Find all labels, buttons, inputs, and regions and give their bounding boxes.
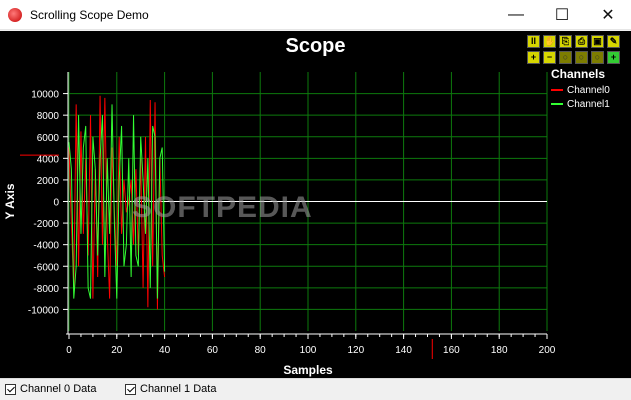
channel1-data-checkbox[interactable]: Channel 1 Data xyxy=(125,383,216,395)
minimize-button[interactable]: — xyxy=(493,0,539,30)
y-tick-label: -2000 xyxy=(33,219,59,230)
maximize-button[interactable]: ☐ xyxy=(539,0,585,30)
x-tick-label: 160 xyxy=(443,345,460,356)
y-tick-label: -4000 xyxy=(33,241,59,252)
x-axis-label: Samples xyxy=(283,363,333,377)
app-window: Scrolling Scope Demo — ☐ ✕ Scope II ✋ ⎘ … xyxy=(0,0,631,400)
x-tick-label: 20 xyxy=(111,345,123,356)
y-tick-label: -8000 xyxy=(33,284,59,295)
y-tick-label: 4000 xyxy=(37,154,60,165)
window-title: Scrolling Scope Demo xyxy=(30,8,149,22)
x-tick-label: 40 xyxy=(159,345,171,356)
x-tick-label: 100 xyxy=(300,345,317,356)
close-icon: ✕ xyxy=(601,7,615,24)
minimize-icon: — xyxy=(508,6,524,23)
channel0-data-checkbox[interactable]: Channel 0 Data xyxy=(5,383,96,395)
app-icon xyxy=(8,8,22,22)
x-tick-label: 140 xyxy=(395,345,412,356)
x-tick-label: 0 xyxy=(66,345,72,356)
x-tick-label: 80 xyxy=(255,345,267,356)
title-bar: Scrolling Scope Demo — ☐ ✕ xyxy=(0,0,631,30)
y-tick-label: 0 xyxy=(53,198,59,209)
y-tick-label: 10000 xyxy=(31,90,59,101)
close-button[interactable]: ✕ xyxy=(585,0,631,30)
x-tick-label: 200 xyxy=(539,345,556,356)
maximize-icon: ☐ xyxy=(554,7,570,24)
y-axis-label: Y Axis xyxy=(3,183,17,219)
y-tick-label: 6000 xyxy=(37,133,60,144)
y-tick-label: 8000 xyxy=(37,111,60,122)
x-tick-label: 120 xyxy=(347,345,364,356)
y-tick-label: 2000 xyxy=(37,176,60,187)
channel1-checkbox-box[interactable] xyxy=(125,383,136,395)
scope-panel[interactable]: Scope II ✋ ⎘ ⎙ ▣ ✎ + − ○ ○ ○ + Channels … xyxy=(0,31,631,378)
status-bar: Channel 0 Data Channel 1 Data xyxy=(0,378,631,400)
x-tick-label: 180 xyxy=(491,345,508,356)
y-tick-label: -10000 xyxy=(28,305,60,316)
x-tick-label: 60 xyxy=(207,345,219,356)
watermark-text: SOFTPEDIA xyxy=(132,191,313,224)
y-tick-label: -6000 xyxy=(33,262,59,273)
scope-plot[interactable]: 0 20 40 60 80 100 120 140 160 180 200 -10000 -8000 -6… xyxy=(0,31,631,378)
channel0-checkbox-box[interactable] xyxy=(5,383,16,395)
channel1-checkbox-label: Channel 1 Data xyxy=(140,383,217,395)
channel0-checkbox-label: Channel 0 Data xyxy=(20,383,97,395)
